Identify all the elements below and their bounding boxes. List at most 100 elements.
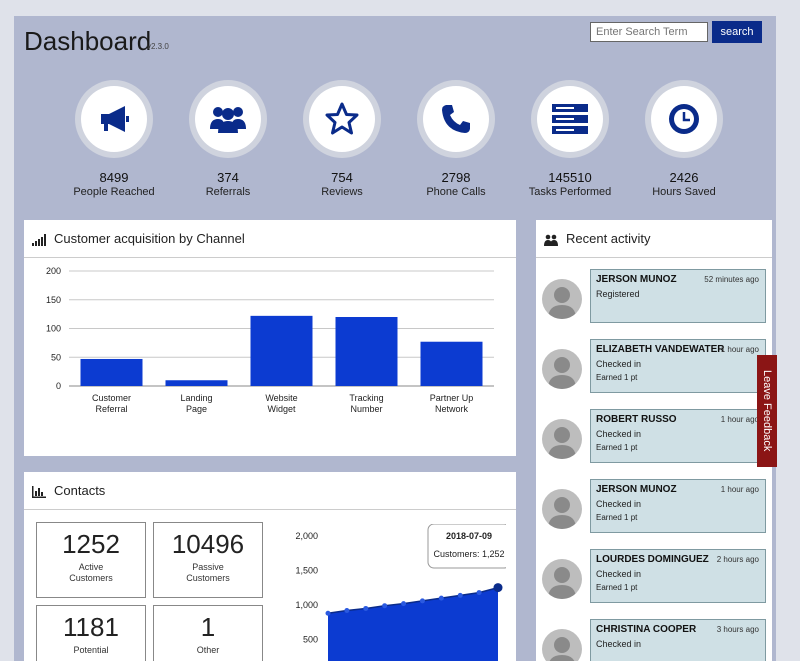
x-tick-label: Customer Referral	[92, 393, 131, 414]
activity-box: LOURDES DOMINGUEZ 2 hours ago Checked in…	[590, 549, 766, 603]
chart-tooltip: 2018-07-09 Customers: 1,252	[427, 524, 506, 569]
kpi-value: 1181	[63, 612, 119, 642]
kpi-label: Customers	[69, 573, 113, 583]
kpi-other: 1 Other	[153, 605, 263, 661]
recent-activity-title: Recent activity	[566, 231, 651, 246]
data-point	[438, 595, 444, 601]
stat-value: 145510	[548, 170, 592, 185]
stat-label: Tasks Performed	[528, 186, 612, 198]
megaphone-icon	[101, 106, 129, 132]
y-tick-label: 100	[46, 324, 61, 334]
bar	[80, 358, 143, 386]
activity-status: Checked in	[596, 359, 642, 369]
stat-people-reached: 8499 People Reached	[54, 80, 174, 198]
star-icon	[325, 102, 359, 135]
y-tick-label: 2,000	[295, 531, 318, 541]
stat-reviews: 754 Reviews	[282, 80, 402, 198]
bar	[165, 380, 228, 386]
kpi-value: 1	[200, 612, 216, 642]
kpi-label: Customers	[186, 573, 230, 583]
stat-value: 8499	[99, 170, 129, 185]
y-tick-label: 1,500	[295, 566, 318, 576]
activity-box: ELIZABETH VANDEWATER 1 hour ago Checked …	[590, 339, 766, 393]
bar-chart-icon	[32, 484, 46, 498]
activity-item[interactable]: ELIZABETH VANDEWATER 1 hour ago Checked …	[542, 339, 768, 395]
activity-status: Checked in	[596, 429, 642, 439]
users-icon	[544, 232, 558, 246]
x-tick-label: Partner Up Network	[430, 393, 474, 414]
activity-status: Checked in	[596, 499, 642, 509]
phone-icon	[442, 105, 470, 133]
activity-status: Registered	[596, 289, 640, 299]
kpi-active-customers: 1252 Active Customers	[36, 522, 146, 598]
recent-activity-header: Recent activity	[536, 220, 772, 258]
data-point	[419, 598, 425, 604]
activity-points: Earned 1 pt	[596, 373, 638, 382]
stat-label: People Reached	[73, 186, 155, 198]
activity-item[interactable]: JERSON MUNOZ 1 hour ago Checked in Earne…	[542, 479, 768, 535]
search-button[interactable]: search	[712, 21, 762, 43]
data-point	[382, 603, 388, 609]
kpi-label: Potential	[73, 645, 109, 655]
y-tick-label: 50	[51, 352, 61, 362]
stat-value: 754	[331, 170, 353, 185]
y-tick-label: 500	[303, 635, 318, 645]
data-point	[344, 608, 350, 614]
data-point	[493, 583, 503, 593]
leave-feedback-tab[interactable]: Leave Feedback	[757, 355, 777, 467]
acquisition-bar-chart: 0 50 100 150 200 Customer Referral Landing Page W…	[46, 266, 494, 414]
search-input[interactable]	[590, 22, 708, 42]
contacts-title: Contacts	[54, 483, 106, 498]
kpi-value: 10496	[171, 529, 245, 559]
stat-label: Phone Calls	[426, 186, 486, 198]
stat-label: Hours Saved	[652, 186, 716, 198]
acquisition-header: Customer acquisition by Channel	[24, 220, 516, 258]
activity-item[interactable]: CHRISTINA COOPER 3 hours ago Checked in	[542, 619, 768, 661]
y-tick-label: 0	[56, 381, 61, 391]
activity-time: 1 hour ago	[720, 485, 759, 494]
clock-icon	[669, 104, 699, 134]
acquisition-title: Customer acquisition by Channel	[54, 231, 245, 246]
data-point	[325, 610, 331, 616]
contacts-area-chart: 2,000 1,500 1,000 500 2018-07-09 Customers: 1…	[295, 524, 506, 661]
server-icon	[552, 104, 588, 134]
activity-time: 2 hours ago	[716, 555, 759, 564]
stat-phone-calls: 2798 Phone Calls	[396, 80, 516, 198]
activity-time: 52 minutes ago	[704, 275, 759, 284]
activity-status: Checked in	[596, 639, 642, 649]
activity-item[interactable]: ROBERT RUSSO 1 hour ago Checked in Earne…	[542, 409, 768, 465]
stat-value: 2426	[669, 170, 699, 185]
area-fill	[328, 587, 498, 661]
avatar	[542, 629, 582, 661]
x-tick-label: Tracking Number	[349, 393, 383, 414]
avatar	[542, 279, 582, 319]
kpi-label: Other	[196, 645, 220, 655]
activity-box: CHRISTINA COOPER 3 hours ago Checked in	[590, 619, 766, 661]
tooltip-date: 2018-07-09	[446, 531, 492, 541]
stat-label: Referrals	[205, 186, 251, 198]
header: Dashboard v2.3.0 search	[14, 16, 776, 76]
recent-activity-card: Recent activity JERSON MUNOZ 52 minutes …	[536, 220, 772, 661]
dashboard-frame: Dashboard v2.3.0 search 8499 People Reac…	[14, 16, 776, 661]
bar	[250, 315, 313, 386]
y-tick-label: 1,000	[295, 600, 318, 610]
avatar	[542, 489, 582, 529]
y-tick-label: 150	[46, 295, 61, 305]
stats-row: 8499 People Reached 374 Referrals 754 Re…	[14, 80, 776, 210]
stat-hours-saved: 2426 Hours Saved	[624, 80, 744, 198]
page-title: Dashboard	[24, 26, 152, 56]
activity-points: Earned 1 pt	[596, 443, 638, 452]
activity-item[interactable]: JERSON MUNOZ 52 minutes ago Registered	[542, 269, 768, 325]
activity-status: Checked in	[596, 569, 642, 579]
activity-item[interactable]: LOURDES DOMINGUEZ 2 hours ago Checked in…	[542, 549, 768, 605]
users-icon	[210, 107, 246, 133]
version-label: v2.3.0	[147, 42, 169, 51]
data-point	[401, 601, 407, 607]
kpi-value: 1252	[62, 529, 120, 559]
avatar	[542, 349, 582, 389]
data-point	[457, 592, 463, 598]
kpi-passive-customers: 10496 Passive Customers	[153, 522, 263, 598]
activity-box: JERSON MUNOZ 52 minutes ago Registered	[590, 269, 766, 323]
bar	[420, 341, 483, 386]
activity-time: 1 hour ago	[720, 415, 759, 424]
